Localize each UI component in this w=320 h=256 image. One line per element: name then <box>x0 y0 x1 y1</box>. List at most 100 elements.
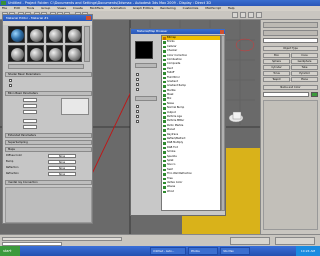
menu-views[interactable]: Views <box>57 6 66 10</box>
material-toolbar[interactable] <box>8 64 84 69</box>
sample-slot[interactable] <box>27 45 44 62</box>
teapot-button[interactable]: Teapot <box>263 77 290 82</box>
rollout-mental-ray[interactable]: mental ray Connection <box>5 180 92 185</box>
taskbar-task[interactable]: Photos <box>188 247 218 255</box>
sample-slot[interactable] <box>65 26 82 43</box>
show-group[interactable] <box>135 96 157 101</box>
browser-preview <box>135 41 153 59</box>
parameters-area <box>263 100 318 230</box>
menu-tools[interactable]: Tools <box>27 6 34 10</box>
bump-map-button[interactable]: None <box>48 160 76 164</box>
geosphere-button[interactable]: GeoSphere <box>291 59 318 64</box>
sphere-button[interactable]: Sphere <box>263 59 290 64</box>
specular-swatch[interactable] <box>23 110 37 114</box>
diffuse-map-button[interactable]: None <box>48 154 76 158</box>
sample-slot[interactable] <box>46 45 63 62</box>
menu-graph-editors[interactable]: Graph Editors <box>133 6 154 10</box>
sample-slot[interactable] <box>8 26 25 43</box>
torus-button[interactable]: Torus <box>263 71 290 76</box>
tube-button[interactable]: Tube <box>291 65 318 70</box>
menu-edit[interactable]: Edit <box>14 6 20 10</box>
menu-modifiers[interactable]: Modifiers <box>90 6 104 10</box>
create-category-icons[interactable] <box>263 30 318 36</box>
object-color-swatch[interactable] <box>311 92 318 97</box>
rollout-shader-basic[interactable]: Shader Basic Parameters <box>5 72 92 77</box>
browse-from-radio[interactable] <box>136 78 139 81</box>
render-icon[interactable] <box>248 12 254 18</box>
status-bar <box>0 234 320 246</box>
rollout-supersampling[interactable]: SuperSampling <box>5 140 92 145</box>
diffuse-swatch[interactable] <box>23 104 37 108</box>
menu-file[interactable]: File <box>2 6 7 10</box>
specular-level-field[interactable] <box>23 119 37 123</box>
browse-from-radio[interactable] <box>136 88 139 91</box>
map-bump-label: Bump <box>6 160 14 163</box>
show-checkbox[interactable] <box>136 105 139 108</box>
menu-group[interactable]: Group <box>41 6 50 10</box>
time-slider[interactable] <box>2 237 122 241</box>
close-icon[interactable] <box>220 29 224 34</box>
rollout-maps[interactable]: Maps <box>5 147 92 152</box>
app-icon <box>1 1 6 5</box>
menu-animation[interactable]: Animation <box>111 6 126 10</box>
map-diffuse-label: Diffuse Color <box>6 154 23 157</box>
show-checkbox[interactable] <box>136 120 139 123</box>
glossiness-field[interactable] <box>23 125 37 129</box>
start-button[interactable]: start <box>0 246 20 256</box>
sample-slot[interactable] <box>65 45 82 62</box>
wire-checkbox[interactable] <box>9 79 12 82</box>
map-reflection-label: Reflection <box>6 166 19 169</box>
show-checkbox[interactable] <box>136 115 139 118</box>
menu-create[interactable]: Create <box>73 6 83 10</box>
box-button[interactable]: Box <box>263 53 290 58</box>
material-editor-icon[interactable] <box>232 12 238 18</box>
reflection-map-button[interactable]: None <box>48 166 76 170</box>
sample-slot[interactable] <box>46 26 63 43</box>
pyramid-button[interactable]: Pyramid <box>291 71 318 76</box>
highlight-graph <box>61 98 89 115</box>
rollout-blinn-basic[interactable]: Blinn Basic Parameters <box>5 91 92 96</box>
taskbar-task[interactable]: Untitled - Auto... <box>150 247 186 255</box>
viewport-navigation[interactable] <box>275 237 315 245</box>
map-list[interactable]: Bitmap Bricks Cellular Checker Color Cor… <box>161 35 221 211</box>
menu-rendering[interactable]: Rendering <box>160 6 175 10</box>
ambient-swatch[interactable] <box>23 98 37 102</box>
object-name-field[interactable] <box>263 92 309 97</box>
menu-help[interactable]: Help <box>228 6 235 10</box>
browse-from-radio[interactable] <box>136 83 139 86</box>
render-setup-icon[interactable] <box>240 12 246 18</box>
taskbar: start Untitled - Auto... Photos 3ds Max … <box>0 246 320 256</box>
system-clock: 10:24 AM <box>296 246 320 256</box>
map-refraction-label: Refraction <box>6 172 19 175</box>
primitives-dropdown[interactable] <box>263 38 318 43</box>
material-editor-window: Material Editor - Material #1 Shader Bas… <box>2 14 93 224</box>
refraction-map-button[interactable]: None <box>48 172 76 176</box>
menu-maxscript[interactable]: MAXScript <box>205 6 220 10</box>
list-scrollbar[interactable] <box>221 35 225 211</box>
rollout-extended[interactable]: Extended Parameters <box>5 133 92 138</box>
browser-title: Material/Map Browser <box>131 29 225 34</box>
cylinder-button[interactable]: Cylinder <box>263 65 290 70</box>
close-icon[interactable] <box>86 16 91 20</box>
window-title: Untitled - Project Folder: C:\Documents … <box>8 1 211 5</box>
rollout-object-type[interactable]: Object Type <box>263 46 318 51</box>
rollout-name-and-color[interactable]: Name and Color <box>263 85 318 90</box>
material-editor-menubar <box>3 21 92 25</box>
cone-button[interactable]: Cone <box>291 53 318 58</box>
plane-button[interactable]: Plane <box>291 77 318 82</box>
animation-controls[interactable] <box>230 237 270 245</box>
map-item[interactable]: Wood <box>162 190 220 194</box>
material-editor-body <box>5 187 92 223</box>
menu-customize[interactable]: Customize <box>183 6 199 10</box>
show-checkbox[interactable] <box>136 110 139 113</box>
browse-from-group[interactable] <box>135 63 157 68</box>
side-tools[interactable] <box>84 26 90 62</box>
material-map-browser: Material/Map Browser Bitmap Bricks Cellu… <box>130 28 226 216</box>
taskbar-task[interactable]: 3ds Max <box>220 247 250 255</box>
command-panel-tabs[interactable] <box>263 22 318 28</box>
sample-slot[interactable] <box>8 45 25 62</box>
teapot-render-icon[interactable] <box>256 12 262 18</box>
two-sided-checkbox[interactable] <box>9 84 12 87</box>
browse-from-radio[interactable] <box>136 73 139 76</box>
sample-slot[interactable] <box>27 26 44 43</box>
